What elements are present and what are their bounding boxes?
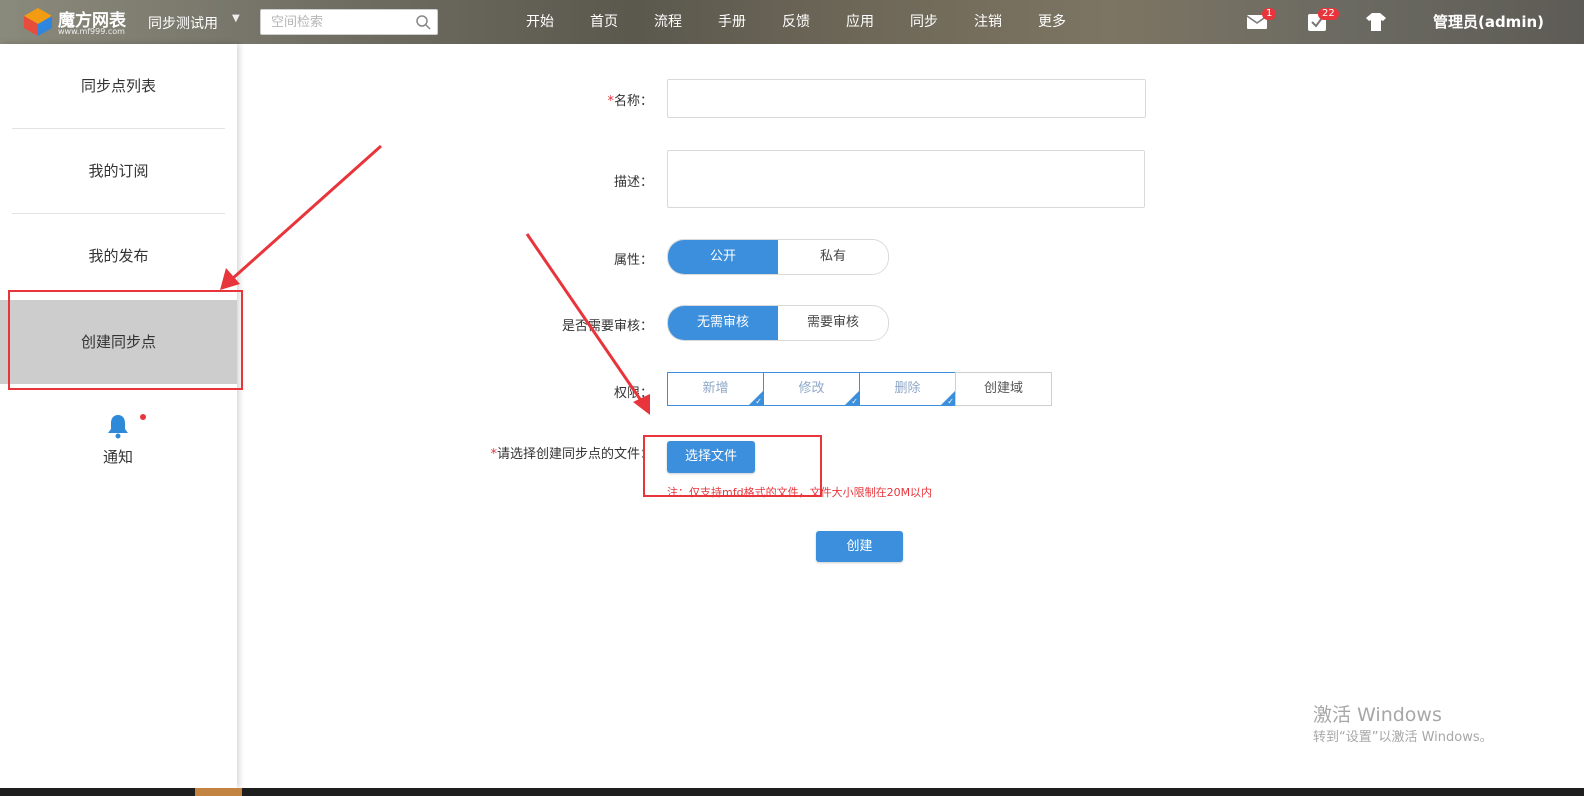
sidebar: 同步点列表 我的订阅 我的发布 创建同步点 通知 [0, 44, 237, 788]
bell-icon [108, 415, 128, 439]
search-box[interactable] [260, 9, 438, 35]
description-input[interactable] [667, 150, 1145, 208]
top-bar: 魔方网表 www.mf999.com 同步测试用 ▼ 开始 首页 流程 手册 反… [0, 0, 1584, 44]
audit-label: 是否需要审核： [561, 319, 653, 334]
sidebar-item-subscriptions[interactable]: 我的订阅 [0, 129, 237, 213]
create-button[interactable]: 创建 [816, 531, 903, 562]
nav-logout[interactable]: 注销 [956, 0, 1020, 44]
perm-label: 权限： [613, 386, 653, 401]
bottom-strip [0, 788, 1584, 796]
file-label-text: 请选择创建同步点的文件： [496, 447, 653, 462]
perm-edit-option[interactable]: 修改 [763, 372, 860, 408]
bottom-strip-accent [195, 788, 242, 796]
annotation-box-sidebar [8, 290, 243, 390]
user-menu[interactable]: 管理员(admin) [1433, 0, 1544, 44]
file-label: *请选择创建同步点的文件： [440, 443, 653, 462]
notification-dot [140, 414, 146, 420]
name-label: *名称： [560, 90, 653, 109]
nav-start[interactable]: 开始 [508, 0, 572, 44]
notify-label: 通知 [102, 448, 133, 466]
nav-sync[interactable]: 同步 [892, 0, 956, 44]
sidebar-item-notifications[interactable]: 通知 [90, 412, 146, 467]
sidebar-item-sync-list[interactable]: 同步点列表 [0, 44, 237, 128]
windows-activation-title: 激活 Windows [1313, 704, 1442, 726]
perm-delete-option[interactable]: 删除 [859, 372, 956, 408]
desc-label: 描述： [613, 175, 653, 190]
name-input[interactable] [667, 79, 1146, 118]
audit-toggle: 无需审核 需要审核 [667, 305, 889, 341]
main-nav: 开始 首页 流程 手册 反馈 应用 同步 注销 更多 [508, 0, 1084, 44]
nav-apps[interactable]: 应用 [828, 0, 892, 44]
logo-icon[interactable] [22, 6, 54, 38]
audit-none-option[interactable]: 无需审核 [668, 306, 778, 340]
nav-home[interactable]: 首页 [572, 0, 636, 44]
annotation-box-file [643, 435, 822, 497]
perm-create-domain-option[interactable]: 创建域 [955, 372, 1052, 406]
shirt-icon[interactable] [1365, 12, 1387, 32]
attribute-toggle: 公开 私有 [667, 239, 889, 275]
nav-feedback[interactable]: 反馈 [764, 0, 828, 44]
attr-private-option[interactable]: 私有 [778, 240, 888, 274]
name-label-text: 名称： [613, 94, 653, 109]
audit-required-option[interactable]: 需要审核 [778, 306, 888, 340]
chevron-down-icon[interactable]: ▼ [232, 13, 240, 24]
search-icon[interactable] [415, 14, 431, 30]
perm-add-option[interactable]: 新增 [667, 372, 764, 408]
nav-manual[interactable]: 手册 [700, 0, 764, 44]
nav-process[interactable]: 流程 [636, 0, 700, 44]
search-input[interactable] [261, 10, 421, 34]
space-selector[interactable]: 同步测试用 [148, 13, 218, 33]
permission-options: 新增 修改 删除 创建域 [667, 372, 1052, 408]
mail-badge: 1 [1262, 8, 1277, 20]
logo-url: www.mf999.com [58, 27, 125, 36]
windows-activation-hint: 转到“设置”以激活 Windows。 [1313, 730, 1493, 745]
attr-label: 属性： [613, 253, 653, 268]
nav-more[interactable]: 更多 [1020, 0, 1084, 44]
sidebar-item-publications[interactable]: 我的发布 [0, 214, 237, 298]
task-badge: 22 [1318, 8, 1339, 20]
attr-public-option[interactable]: 公开 [668, 240, 778, 274]
